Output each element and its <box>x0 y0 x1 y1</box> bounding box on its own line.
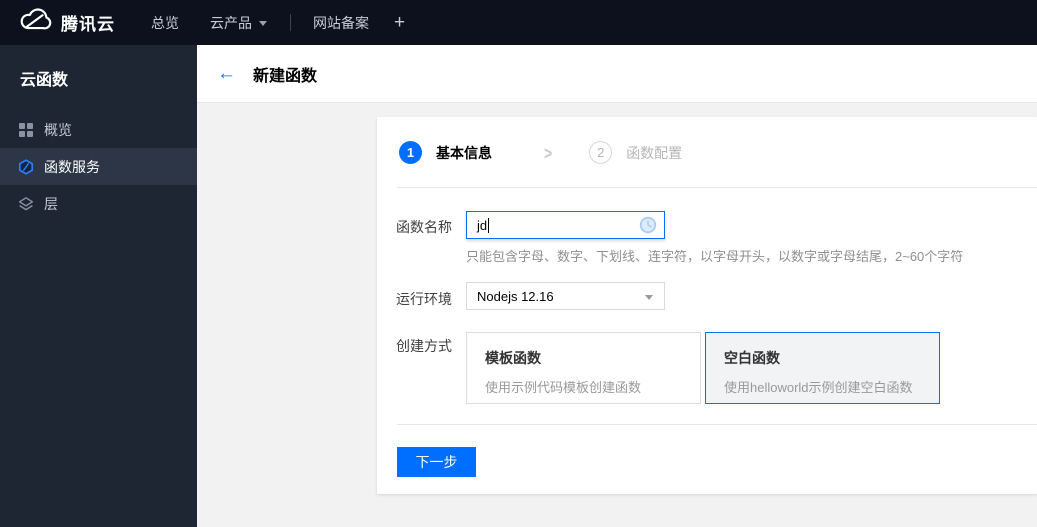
text-cursor <box>488 217 490 233</box>
sidebar-item-label: 函数服务 <box>44 158 100 175</box>
step-2-label: 函数配置 <box>626 144 683 161</box>
step-indicator: 1 基本信息 > 2 函数配置 <box>399 141 682 164</box>
step-1-circle: 1 <box>399 141 422 164</box>
step-2-circle: 2 <box>589 141 613 164</box>
tencent-cloud-logo-icon <box>18 8 52 38</box>
function-name-input[interactable]: jd <box>466 211 665 239</box>
method-card-title: 模板函数 <box>485 350 541 366</box>
nav-item-cloud-products[interactable]: 云产品 <box>210 13 267 33</box>
nav-divider <box>290 14 291 31</box>
function-hexagon-icon <box>18 158 34 175</box>
top-navbar: 腾讯云 总览 云产品 网站备案 + <box>0 0 1037 45</box>
method-card-title: 空白函数 <box>724 350 780 366</box>
back-arrow-icon[interactable]: ← <box>217 64 236 83</box>
sidebar-item-layers[interactable]: 层 <box>0 185 197 222</box>
nav-item-website-beian[interactable]: 网站备案 <box>313 13 369 33</box>
sidebar-item-label: 层 <box>44 195 58 212</box>
chevron-down-icon <box>259 21 267 26</box>
runtime-selected-value: Nodejs 12.16 <box>477 288 554 304</box>
nav-products-label: 云产品 <box>210 14 252 31</box>
create-function-card: 1 基本信息 > 2 函数配置 函数名称 jd 只能包含字母、数字、下划线、连字… <box>377 117 1037 494</box>
steps-divider <box>397 187 1037 188</box>
dropdown-caret-icon <box>645 295 653 300</box>
creation-method-label: 创建方式 <box>396 338 452 354</box>
clock-pending-icon <box>639 216 657 234</box>
function-name-help-text: 只能包含字母、数字、下划线、连字符，以字母开头，以数字或字母结尾，2~60个字符 <box>466 249 964 264</box>
sidebar-menu: 概览 函数服务 层 <box>0 111 197 222</box>
brand-name: 腾讯云 <box>61 15 115 34</box>
nav-item-overview[interactable]: 总览 <box>151 13 179 33</box>
runtime-label: 运行环境 <box>396 291 452 307</box>
function-name-value: jd <box>477 217 488 233</box>
function-name-label: 函数名称 <box>396 219 452 235</box>
sidebar-item-function-service[interactable]: 函数服务 <box>0 148 197 185</box>
layers-icon <box>18 196 34 212</box>
tencent-cloud-logo[interactable]: 腾讯云 <box>18 8 115 38</box>
method-card-template-function[interactable]: 模板函数 使用示例代码模板创建函数 <box>466 332 701 404</box>
next-step-button[interactable]: 下一步 <box>397 447 476 477</box>
method-card-blank-function[interactable]: 空白函数 使用helloworld示例创建空白函数 <box>705 332 940 404</box>
grid-icon <box>18 122 34 138</box>
creation-method-cards: 模板函数 使用示例代码模板创建函数 空白函数 使用helloworld示例创建空… <box>466 332 940 404</box>
page-title: 新建函数 <box>253 67 318 85</box>
sidebar-item-label: 概览 <box>44 121 72 138</box>
sidebar: 云函数 概览 函数服务 层 <box>0 45 197 527</box>
step-1-label: 基本信息 <box>436 144 492 161</box>
footer-divider <box>397 424 1037 425</box>
page-header: ← 新建函数 <box>197 45 1037 103</box>
sidebar-title: 云函数 <box>20 72 69 89</box>
sidebar-item-overview[interactable]: 概览 <box>0 111 197 148</box>
add-tab-button[interactable]: + <box>394 12 405 34</box>
runtime-select[interactable]: Nodejs 12.16 <box>466 282 665 310</box>
method-card-desc: 使用示例代码模板创建函数 <box>485 380 642 395</box>
step-chevron-icon: > <box>544 142 553 163</box>
method-card-desc: 使用helloworld示例创建空白函数 <box>724 380 913 395</box>
